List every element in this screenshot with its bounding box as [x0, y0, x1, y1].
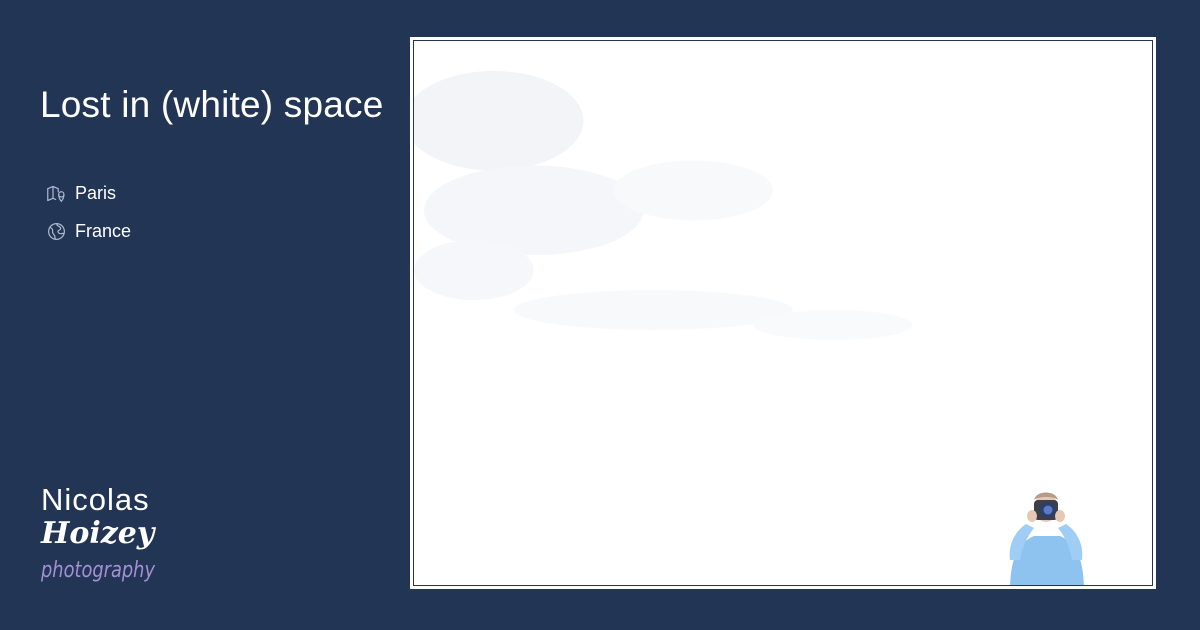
photographer-figure — [1009, 492, 1084, 585]
photographer — [1004, 488, 1088, 585]
location-city-label: Paris — [75, 182, 117, 203]
svg-text:photography: photography — [40, 558, 156, 583]
location-city[interactable]: Paris — [46, 180, 131, 206]
location-country[interactable]: France — [46, 218, 131, 244]
globe-icon — [48, 222, 65, 240]
map-icon — [47, 185, 65, 202]
photo[interactable] — [413, 40, 1153, 586]
nicolas-hoizey-logo: Nicolas Hoizey photography — [40, 482, 157, 583]
page-title: Lost in (white) space — [40, 84, 384, 125]
brand-logo[interactable]: Nicolas Hoizey photography — [40, 476, 164, 586]
svg-text:Hoizey: Hoizey — [40, 516, 157, 551]
location-country-label: France — [75, 220, 132, 241]
svg-text:Nicolas: Nicolas — [41, 482, 150, 517]
location-list: Paris France — [46, 180, 131, 256]
photo-frame — [410, 37, 1156, 589]
